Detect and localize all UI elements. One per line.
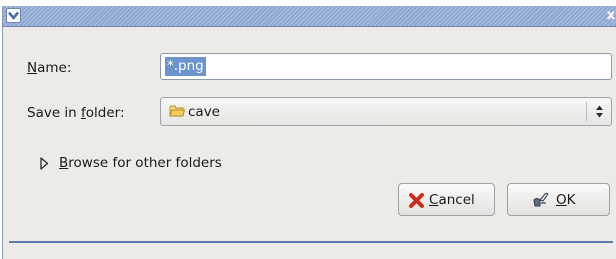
ok-icon bbox=[533, 192, 549, 207]
triangle-right-icon[interactable] bbox=[40, 157, 49, 170]
window-bottom-edge bbox=[9, 241, 613, 243]
window-menu-button[interactable] bbox=[6, 8, 21, 23]
cancel-label: Cancel bbox=[429, 191, 475, 209]
filename-selected-text: *.png bbox=[165, 57, 206, 76]
cancel-text: ancel bbox=[438, 192, 475, 208]
updown-arrows-icon bbox=[596, 105, 603, 118]
browse-other-folders-expander[interactable]: Browse for other folders bbox=[59, 154, 222, 172]
ok-text: K bbox=[566, 192, 576, 208]
ok-mnemonic: O bbox=[556, 192, 567, 208]
selected-folder-name: cave bbox=[188, 104, 220, 120]
filename-input[interactable]: *.png bbox=[160, 53, 612, 80]
chevron-down-icon bbox=[8, 11, 19, 20]
browse-text: rowse for other folders bbox=[68, 155, 222, 171]
close-icon: x bbox=[606, 8, 616, 23]
combo-divider bbox=[586, 102, 587, 121]
name-label-mnemonic: N bbox=[27, 60, 38, 76]
browse-mnemonic: B bbox=[59, 155, 69, 171]
name-label: Name: bbox=[27, 59, 71, 77]
save-dialog: x Name: *.png Save in folder: cave Brows… bbox=[2, 6, 616, 259]
ok-button[interactable]: OK bbox=[507, 183, 610, 216]
cancel-button[interactable]: Cancel bbox=[398, 183, 495, 216]
folder-icon bbox=[169, 105, 185, 117]
name-label-text: ame: bbox=[37, 60, 72, 76]
save-in-folder-combobox[interactable]: cave bbox=[160, 97, 612, 126]
save-in-folder-label: Save in folder: bbox=[27, 104, 125, 122]
ok-label: OK bbox=[556, 191, 576, 209]
close-button[interactable]: x bbox=[605, 9, 616, 23]
save-in-label-rest: older: bbox=[85, 105, 125, 121]
red-x-icon bbox=[409, 193, 424, 208]
title-bar[interactable]: x bbox=[3, 6, 616, 27]
save-in-label-prefix: Save in bbox=[27, 105, 82, 121]
